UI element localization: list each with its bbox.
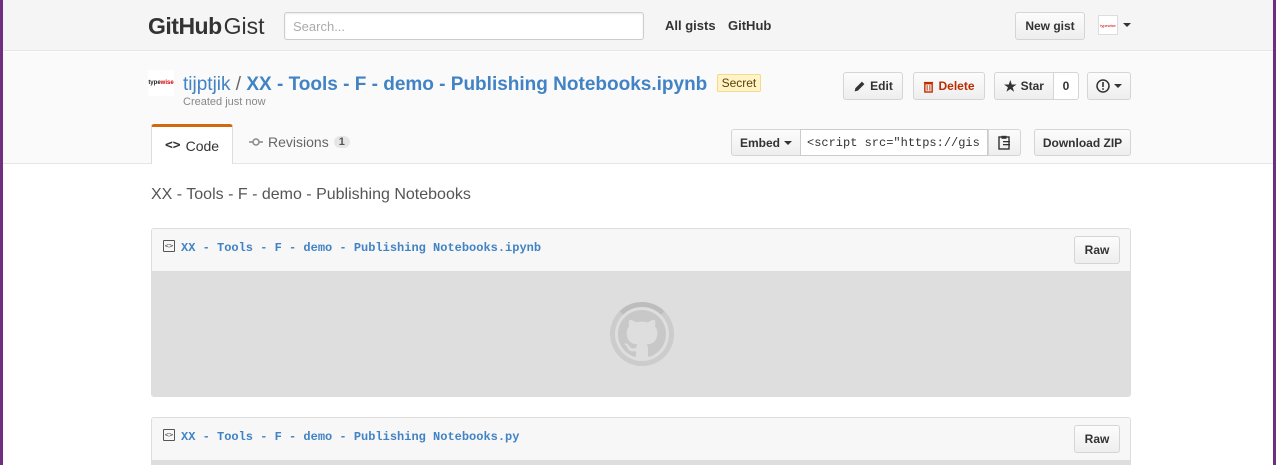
- file-content-loading: [152, 272, 1130, 396]
- file-code-icon: <>: [163, 429, 175, 441]
- edit-label: Edit: [870, 79, 893, 93]
- revisions-count-badge: 1: [333, 136, 350, 148]
- secret-badge: Secret: [716, 74, 762, 92]
- star-button[interactable]: ★ Star: [994, 72, 1054, 100]
- created-timestamp: Created just now: [183, 96, 266, 108]
- new-gist-label: New gist: [1025, 19, 1075, 33]
- chevron-down-icon: [1114, 84, 1122, 88]
- code-icon: <>: [164, 138, 181, 153]
- embed-label: Embed: [739, 135, 780, 150]
- report-menu-button[interactable]: [1087, 72, 1131, 100]
- title-separator: /: [235, 74, 242, 95]
- git-commit-icon: [249, 138, 263, 146]
- raw-button[interactable]: Raw: [1074, 236, 1120, 264]
- user-avatar-text: typewise: [1100, 22, 1116, 28]
- raw-label: Raw: [1084, 432, 1110, 446]
- file-name-link[interactable]: XX - Tools - F - demo - Publishing Noteb…: [181, 241, 541, 255]
- tab-revisions-label: Revisions: [268, 134, 329, 150]
- file-box: <> XX - Tools - F - demo - Publishing No…: [151, 417, 1131, 465]
- gist-name-link[interactable]: XX - Tools - F - demo - Publishing Noteb…: [246, 74, 707, 95]
- new-gist-button[interactable]: New gist: [1015, 12, 1085, 40]
- logo-brand: GitHub: [148, 13, 222, 39]
- nav-github[interactable]: GitHub: [728, 18, 771, 33]
- file-name-link[interactable]: XX - Tools - F - demo - Publishing Noteb…: [181, 430, 519, 444]
- gist-owner-avatar[interactable]: type wise: [148, 70, 174, 96]
- user-avatar[interactable]: typewise: [1098, 15, 1118, 35]
- tab-revisions[interactable]: Revisions 1: [249, 134, 350, 150]
- trash-icon: [924, 81, 934, 93]
- search-input[interactable]: [284, 12, 644, 40]
- copy-to-clipboard-button[interactable]: [988, 129, 1021, 156]
- clipboard-icon: [998, 135, 1010, 150]
- edit-button[interactable]: Edit: [843, 72, 903, 100]
- chevron-down-icon: [784, 140, 792, 145]
- nav-all-gists[interactable]: All gists: [665, 18, 716, 33]
- avatar-text-red: wise: [160, 80, 174, 86]
- tab-code[interactable]: <> Code: [151, 124, 233, 164]
- alert-icon: [1096, 79, 1110, 93]
- file-box: <> XX - Tools - F - demo - Publishing No…: [151, 228, 1131, 397]
- download-zip-button[interactable]: Download ZIP: [1034, 129, 1131, 156]
- gist-title: tijptjik / XX - Tools - F - demo - Publi…: [183, 74, 762, 96]
- file-header: <> XX - Tools - F - demo - Publishing No…: [152, 229, 1130, 272]
- chevron-down-icon[interactable]: [1123, 23, 1131, 27]
- embed-select[interactable]: Embed: [731, 129, 801, 156]
- star-count[interactable]: 0: [1054, 72, 1079, 100]
- file-header: <> XX - Tools - F - demo - Publishing No…: [152, 418, 1130, 461]
- tab-code-label: Code: [185, 137, 220, 154]
- delete-button[interactable]: Delete: [913, 72, 985, 100]
- download-zip-label: Download ZIP: [1042, 135, 1123, 150]
- star-icon: ★: [1004, 77, 1017, 94]
- star-label: Star: [1020, 79, 1044, 93]
- raw-button[interactable]: Raw: [1074, 425, 1120, 453]
- delete-label: Delete: [938, 79, 975, 93]
- gist-description: XX - Tools - F - demo - Publishing Noteb…: [151, 186, 471, 203]
- octocat-icon: [618, 310, 666, 357]
- embed-url-input[interactable]: [800, 129, 988, 156]
- gist-owner-link[interactable]: tijptjik: [183, 74, 231, 95]
- github-gist-logo[interactable]: GitHub Gist: [148, 13, 265, 39]
- logo-product: Gist: [223, 13, 265, 39]
- raw-label: Raw: [1084, 243, 1110, 257]
- avatar-text-dark: type: [148, 80, 161, 86]
- pencil-icon: [854, 81, 865, 91]
- file-content-loading: [152, 461, 1130, 465]
- file-code-icon: <>: [163, 240, 175, 252]
- site-header: GitHub Gist All gists GitHub New gist ty…: [3, 0, 1273, 51]
